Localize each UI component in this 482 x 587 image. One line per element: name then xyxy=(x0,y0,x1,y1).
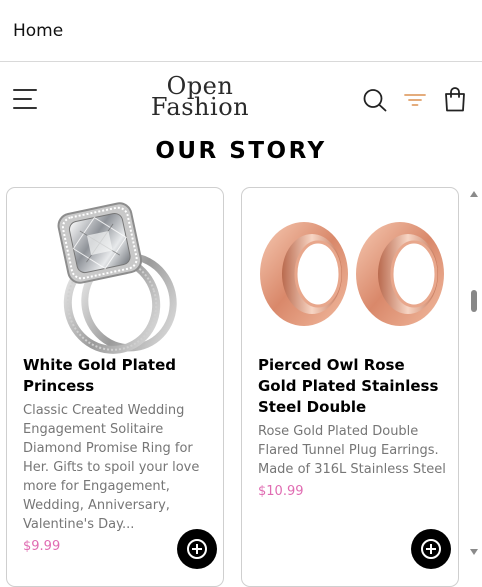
top-app-bar: Home xyxy=(0,0,482,62)
plus-circle-icon xyxy=(187,539,207,559)
product-name[interactable]: White Gold Plated Princess xyxy=(23,355,213,397)
diamond-ring-image[interactable] xyxy=(17,194,215,354)
add-to-cart-button[interactable] xyxy=(411,529,451,569)
product-description: Classic Created Wedding Engagement Solit… xyxy=(23,403,200,532)
plus-circle-icon xyxy=(421,539,441,559)
product-card[interactable]: White Gold Plated Princess Classic Creat… xyxy=(6,187,224,587)
brand-logo[interactable]: Open Fashion xyxy=(148,74,252,122)
page-title-home: Home xyxy=(13,21,64,41)
shopping-bag-icon[interactable] xyxy=(443,86,467,112)
product-price: $9.99 xyxy=(23,539,61,554)
add-to-cart-button[interactable] xyxy=(177,529,217,569)
logo-line-2: Fashion xyxy=(150,93,250,121)
product-card[interactable]: Pierced Owl Rose Gold Plated Stainless S… xyxy=(241,187,459,587)
filter-icon[interactable] xyxy=(404,92,426,106)
section-title: OUR STORY xyxy=(155,138,327,164)
rose-gold-plugs-image[interactable] xyxy=(252,194,450,354)
scroll-down-arrow-icon[interactable] xyxy=(470,549,478,555)
scroll-up-arrow-icon[interactable] xyxy=(470,191,478,197)
product-description: Rose Gold Plated Double Flared Tunnel Pl… xyxy=(258,424,446,477)
product-name[interactable]: Pierced Owl Rose Gold Plated Stainless S… xyxy=(258,355,448,418)
search-icon[interactable] xyxy=(362,88,388,112)
menu-icon[interactable] xyxy=(13,89,39,109)
vertical-scrollbar[interactable] xyxy=(466,187,482,562)
product-price: $10.99 xyxy=(258,484,304,499)
scrollbar-thumb[interactable] xyxy=(471,290,477,312)
